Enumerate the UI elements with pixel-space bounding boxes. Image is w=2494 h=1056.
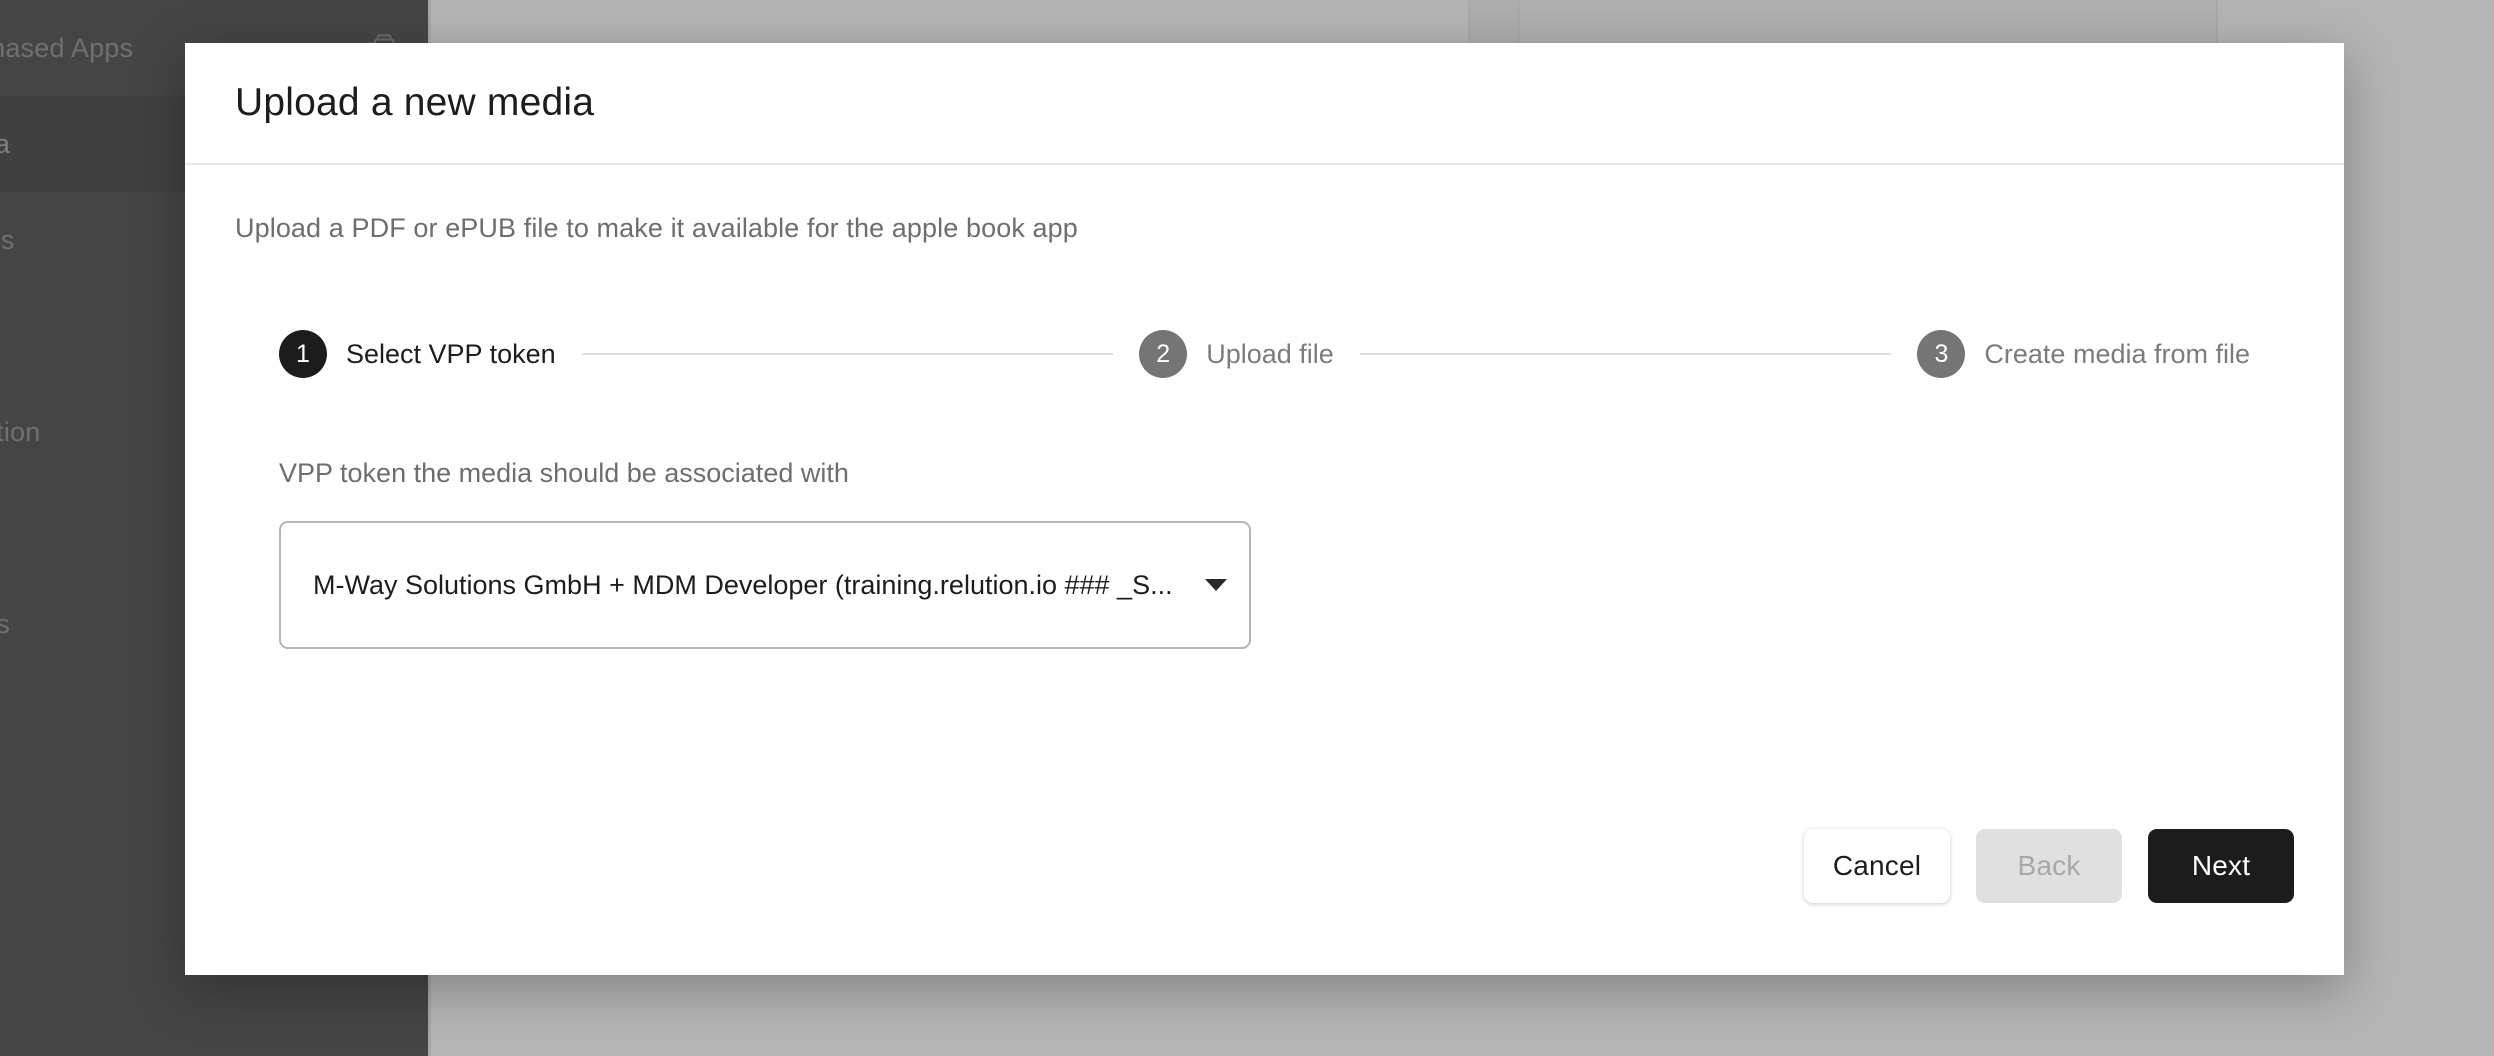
step-number: 2 — [1139, 330, 1187, 378]
dialog-title: Upload a new media — [235, 81, 594, 125]
step-upload-file[interactable]: 2 Upload file — [1139, 330, 1334, 378]
dialog-footer: Cancel Back Next — [1804, 829, 2294, 903]
back-button[interactable]: Back — [1976, 829, 2122, 903]
upload-media-dialog: Upload a new media Upload a PDF or ePUB … — [185, 43, 2344, 975]
step-label: Select VPP token — [346, 339, 556, 370]
next-button[interactable]: Next — [2148, 829, 2294, 903]
vpp-token-select[interactable]: M-Way Solutions GmbH + MDM Developer (tr… — [279, 521, 1251, 649]
step-select-vpp-token[interactable]: 1 Select VPP token — [279, 330, 556, 378]
step-label: Create media from file — [1984, 339, 2250, 370]
step-create-media-from-file[interactable]: 3 Create media from file — [1917, 330, 2250, 378]
stepper: 1 Select VPP token 2 Upload file 3 Creat… — [235, 330, 2294, 378]
dialog-header: Upload a new media — [185, 43, 2344, 165]
vpp-token-selected-value: M-Way Solutions GmbH + MDM Developer (tr… — [313, 570, 1199, 601]
dialog-body: Upload a PDF or ePUB file to make it ava… — [185, 165, 2344, 975]
step-connector — [1360, 353, 1892, 355]
cancel-button[interactable]: Cancel — [1804, 829, 1950, 903]
dialog-description: Upload a PDF or ePUB file to make it ava… — [235, 213, 2294, 244]
chevron-down-icon — [1205, 579, 1227, 591]
step-number: 1 — [279, 330, 327, 378]
step-label: Upload file — [1206, 339, 1334, 370]
step-connector — [582, 353, 1114, 355]
vpp-token-label: VPP token the media should be associated… — [235, 458, 2294, 489]
step-number: 3 — [1917, 330, 1965, 378]
